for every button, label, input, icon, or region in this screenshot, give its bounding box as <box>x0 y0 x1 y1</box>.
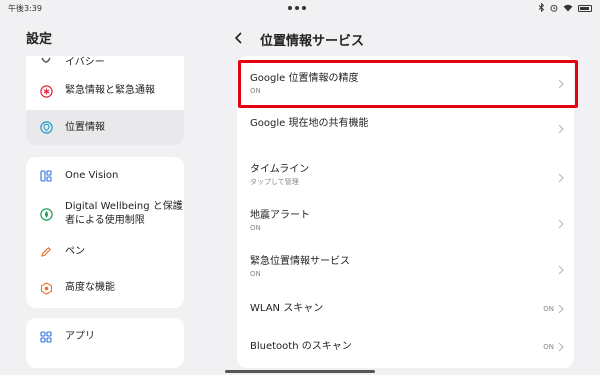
sidebar-item-label: 緊急情報と緊急通報 <box>65 85 155 96</box>
settings-group-3: アプリ <box>26 318 184 368</box>
status-bar: 午後3:39 <box>0 0 600 18</box>
sidebar-item-digital-wellbeing[interactable]: Digital Wellbeing と保護者による使用制限 <box>26 195 184 233</box>
multiwindow-dots-icon[interactable] <box>288 6 306 10</box>
sidebar-item-privacy[interactable]: イバシー <box>26 56 184 74</box>
chevron-right-icon <box>558 304 564 314</box>
back-arrow-icon <box>234 32 242 44</box>
sidebar-item-advanced-features[interactable]: 高度な機能 <box>26 275 184 301</box>
one-vision-icon <box>39 169 53 183</box>
list-item-wlan-scanning[interactable]: WLAN スキャン ON <box>237 294 574 324</box>
item-title: 緊急位置情報サービス <box>250 256 350 267</box>
sidebar-item-pen[interactable]: ペン <box>26 239 184 265</box>
pen-icon <box>39 245 53 259</box>
item-title: タイムライン <box>250 164 310 175</box>
status-time: 午後3:39 <box>8 4 42 13</box>
back-button[interactable] <box>233 30 245 44</box>
item-title: Google 現在地の共有機能 <box>250 118 369 129</box>
list-item-google-location-sharing[interactable]: Google 現在地の共有機能 <box>237 108 574 150</box>
highlight-box <box>238 60 578 108</box>
sidebar-item-location[interactable]: 位置情報 <box>26 110 184 145</box>
home-indicator[interactable] <box>225 370 375 373</box>
item-subtitle: ON <box>250 224 261 232</box>
list-item-timeline[interactable]: タイムライン タップして管理 <box>237 156 574 200</box>
privacy-icon <box>39 56 53 70</box>
sidebar-item-label: One Vision <box>65 170 119 181</box>
chevron-right-icon <box>558 124 564 134</box>
sidebar-item-label: 高度な機能 <box>65 282 115 293</box>
wellbeing-icon <box>39 207 53 221</box>
item-title: 地震アラート <box>250 210 310 221</box>
settings-group-2: One Vision Digital Wellbeing と保護者による使用制限… <box>26 157 184 308</box>
list-item-bluetooth-scanning[interactable]: Bluetooth のスキャン ON <box>237 332 574 362</box>
sidebar-item-one-vision[interactable]: One Vision <box>26 163 184 189</box>
battery-icon <box>578 5 592 12</box>
chevron-right-icon <box>558 342 564 352</box>
page-title: 位置情報サービス <box>260 34 365 49</box>
sidebar-item-label: Digital Wellbeing と保護者による使用制限 <box>65 201 183 226</box>
settings-group-1: イバシー 緊急情報と緊急通報 位置情報 <box>26 56 184 145</box>
list-item-earthquake-alerts[interactable]: 地震アラート ON <box>237 202 574 246</box>
location-icon <box>39 121 53 135</box>
sidebar-item-label: 位置情報 <box>65 121 105 133</box>
advanced-features-icon <box>39 281 53 295</box>
bluetooth-icon <box>538 2 545 14</box>
sidebar-item-apps[interactable]: アプリ <box>26 324 184 350</box>
sidebar-item-label: アプリ <box>65 331 95 342</box>
emergency-icon <box>39 84 53 98</box>
item-subtitle: タップして管理 <box>250 178 299 186</box>
sidebar-item-label: ペン <box>65 246 85 257</box>
chevron-right-icon <box>558 173 564 183</box>
item-title: WLAN スキャン <box>250 303 324 314</box>
item-title: Bluetooth のスキャン <box>250 341 352 352</box>
item-subtitle: ON <box>250 270 261 278</box>
sidebar-item-emergency[interactable]: 緊急情報と緊急通報 <box>26 78 184 104</box>
alarm-icon <box>550 4 558 14</box>
wifi-icon <box>563 4 573 14</box>
sidebar-item-label: イバシー <box>65 57 105 68</box>
apps-icon <box>39 330 53 344</box>
item-value: ON <box>543 343 554 351</box>
status-icons <box>538 2 592 14</box>
settings-title: 設定 <box>26 32 53 47</box>
chevron-right-icon <box>558 265 564 275</box>
item-value: ON <box>543 305 554 313</box>
list-item-emergency-location-service[interactable]: 緊急位置情報サービス ON <box>237 248 574 292</box>
chevron-right-icon <box>558 219 564 229</box>
